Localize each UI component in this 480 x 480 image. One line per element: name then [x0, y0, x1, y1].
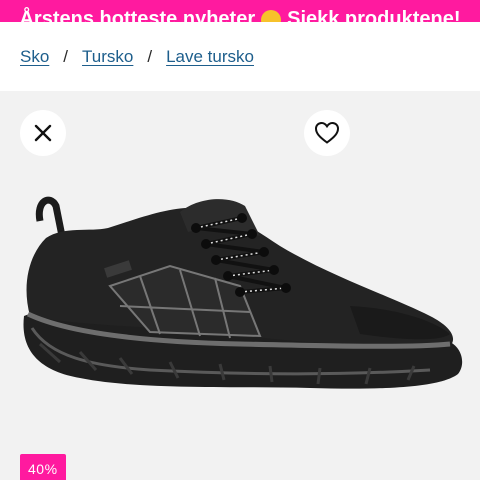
breadcrumb-separator: /: [63, 47, 69, 66]
close-icon: [34, 124, 52, 142]
product-image-shoe: [23, 196, 463, 389]
heart-icon: [314, 121, 340, 144]
breadcrumb-link-lave-tursko[interactable]: Lave tursko: [166, 47, 254, 67]
breadcrumb-link-tursko[interactable]: Tursko: [82, 47, 133, 67]
promo-banner[interactable]: Årstens hotteste nyheter Sjekk produkten…: [0, 0, 480, 22]
promo-link[interactable]: Sjekk produktene!: [287, 8, 460, 22]
breadcrumb-separator: /: [147, 47, 153, 66]
promo-text: Årstens hotteste nyheter: [19, 8, 256, 22]
discount-badge: 40%: [20, 454, 66, 480]
smiley-emoji-icon: [261, 9, 282, 22]
favorite-button[interactable]: [304, 110, 350, 156]
breadcrumb-link-sko[interactable]: Sko: [20, 47, 49, 67]
breadcrumb: Sko / Tursko / Lave tursko: [20, 45, 254, 69]
close-button[interactable]: [20, 110, 66, 156]
product-image-gallery[interactable]: 40%: [0, 91, 480, 480]
